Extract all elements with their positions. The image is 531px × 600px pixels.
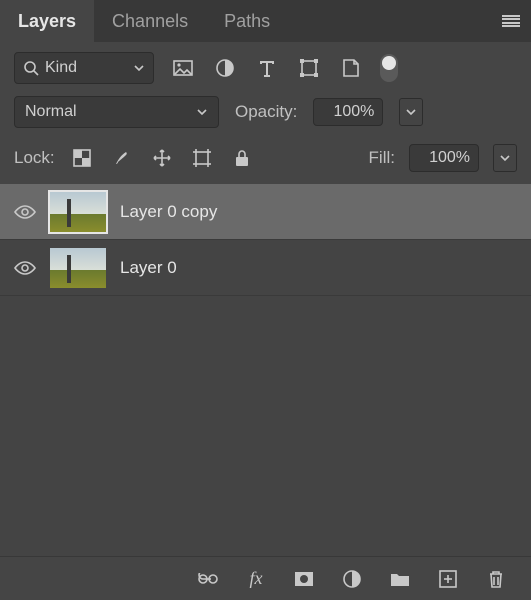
opacity-label: Opacity: xyxy=(235,102,297,122)
new-adjustment-button[interactable] xyxy=(339,566,365,592)
filter-smart-objects[interactable] xyxy=(338,55,364,81)
image-icon xyxy=(173,60,193,76)
lock-all[interactable] xyxy=(229,145,255,171)
filter-adjustment-layers[interactable] xyxy=(212,55,238,81)
blend-mode-value: Normal xyxy=(25,103,77,121)
new-layer-button[interactable] xyxy=(435,566,461,592)
search-icon xyxy=(23,60,39,76)
lock-image[interactable] xyxy=(109,145,135,171)
panel-menu-button[interactable] xyxy=(491,0,531,42)
tab-paths[interactable]: Paths xyxy=(206,0,288,42)
toggle-knob-icon xyxy=(382,56,396,70)
delete-layer-button[interactable] xyxy=(483,566,509,592)
link-icon xyxy=(198,573,218,585)
lock-position[interactable] xyxy=(149,145,175,171)
chevron-down-icon xyxy=(405,106,417,118)
fill-label: Fill: xyxy=(369,148,395,168)
filter-type-layers[interactable] xyxy=(254,55,280,81)
panel-tabs: Layers Channels Paths xyxy=(0,0,531,42)
chevron-down-icon xyxy=(499,152,511,164)
filter-shape-layers[interactable] xyxy=(296,55,322,81)
layer-row[interactable]: Layer 0 copy xyxy=(0,184,531,240)
blend-mode-dropdown[interactable]: Normal xyxy=(14,96,219,128)
layers-list[interactable]: Layer 0 copy Layer 0 xyxy=(0,184,531,556)
fx-icon: fx xyxy=(250,568,263,589)
filter-row: Kind xyxy=(0,42,531,94)
opacity-stepper[interactable] xyxy=(399,98,423,126)
layer-name[interactable]: Layer 0 copy xyxy=(120,202,217,222)
fill-value: 100% xyxy=(429,149,470,167)
move-icon xyxy=(152,148,172,168)
lock-transparency[interactable] xyxy=(69,145,95,171)
trash-icon xyxy=(488,570,504,588)
eye-icon xyxy=(14,204,36,220)
artboard-icon xyxy=(192,148,212,168)
blend-row: Normal Opacity: 100% xyxy=(0,94,531,138)
filter-kind-label: Kind xyxy=(45,59,77,77)
add-mask-button[interactable] xyxy=(291,566,317,592)
lock-row: Lock: Fill: 100% xyxy=(0,138,531,184)
filter-pixel-layers[interactable] xyxy=(170,55,196,81)
hamburger-icon xyxy=(502,15,520,27)
visibility-toggle[interactable] xyxy=(14,257,36,279)
filter-toggle[interactable] xyxy=(380,54,398,82)
filter-kind-dropdown[interactable]: Kind xyxy=(14,52,154,84)
fill-stepper[interactable] xyxy=(493,144,517,172)
new-group-button[interactable] xyxy=(387,566,413,592)
smartobject-icon xyxy=(342,58,360,78)
type-icon xyxy=(258,59,276,77)
chevron-down-icon xyxy=(133,62,145,74)
lock-icon xyxy=(234,149,250,167)
mask-icon xyxy=(294,571,314,587)
link-layers-button[interactable] xyxy=(195,566,221,592)
adjustment-icon xyxy=(215,58,235,78)
eye-icon xyxy=(14,260,36,276)
footer-toolbar: fx xyxy=(0,556,531,600)
tab-layers[interactable]: Layers xyxy=(0,0,94,42)
lock-label: Lock: xyxy=(14,148,55,168)
tab-channels[interactable]: Channels xyxy=(94,0,206,42)
layer-row[interactable]: Layer 0 xyxy=(0,240,531,296)
lock-artboard[interactable] xyxy=(189,145,215,171)
checker-icon xyxy=(73,149,91,167)
opacity-value: 100% xyxy=(333,103,374,121)
fill-input[interactable]: 100% xyxy=(409,144,479,172)
chevron-down-icon xyxy=(196,106,208,118)
adjustment-icon xyxy=(342,569,362,589)
layer-thumbnail[interactable] xyxy=(50,248,106,288)
folder-icon xyxy=(390,571,410,587)
shape-icon xyxy=(299,58,319,78)
brush-icon xyxy=(113,149,131,167)
new-icon xyxy=(439,570,457,588)
layer-thumbnail[interactable] xyxy=(50,192,106,232)
visibility-toggle[interactable] xyxy=(14,201,36,223)
opacity-input[interactable]: 100% xyxy=(313,98,383,126)
layer-style-button[interactable]: fx xyxy=(243,566,269,592)
layer-name[interactable]: Layer 0 xyxy=(120,258,177,278)
